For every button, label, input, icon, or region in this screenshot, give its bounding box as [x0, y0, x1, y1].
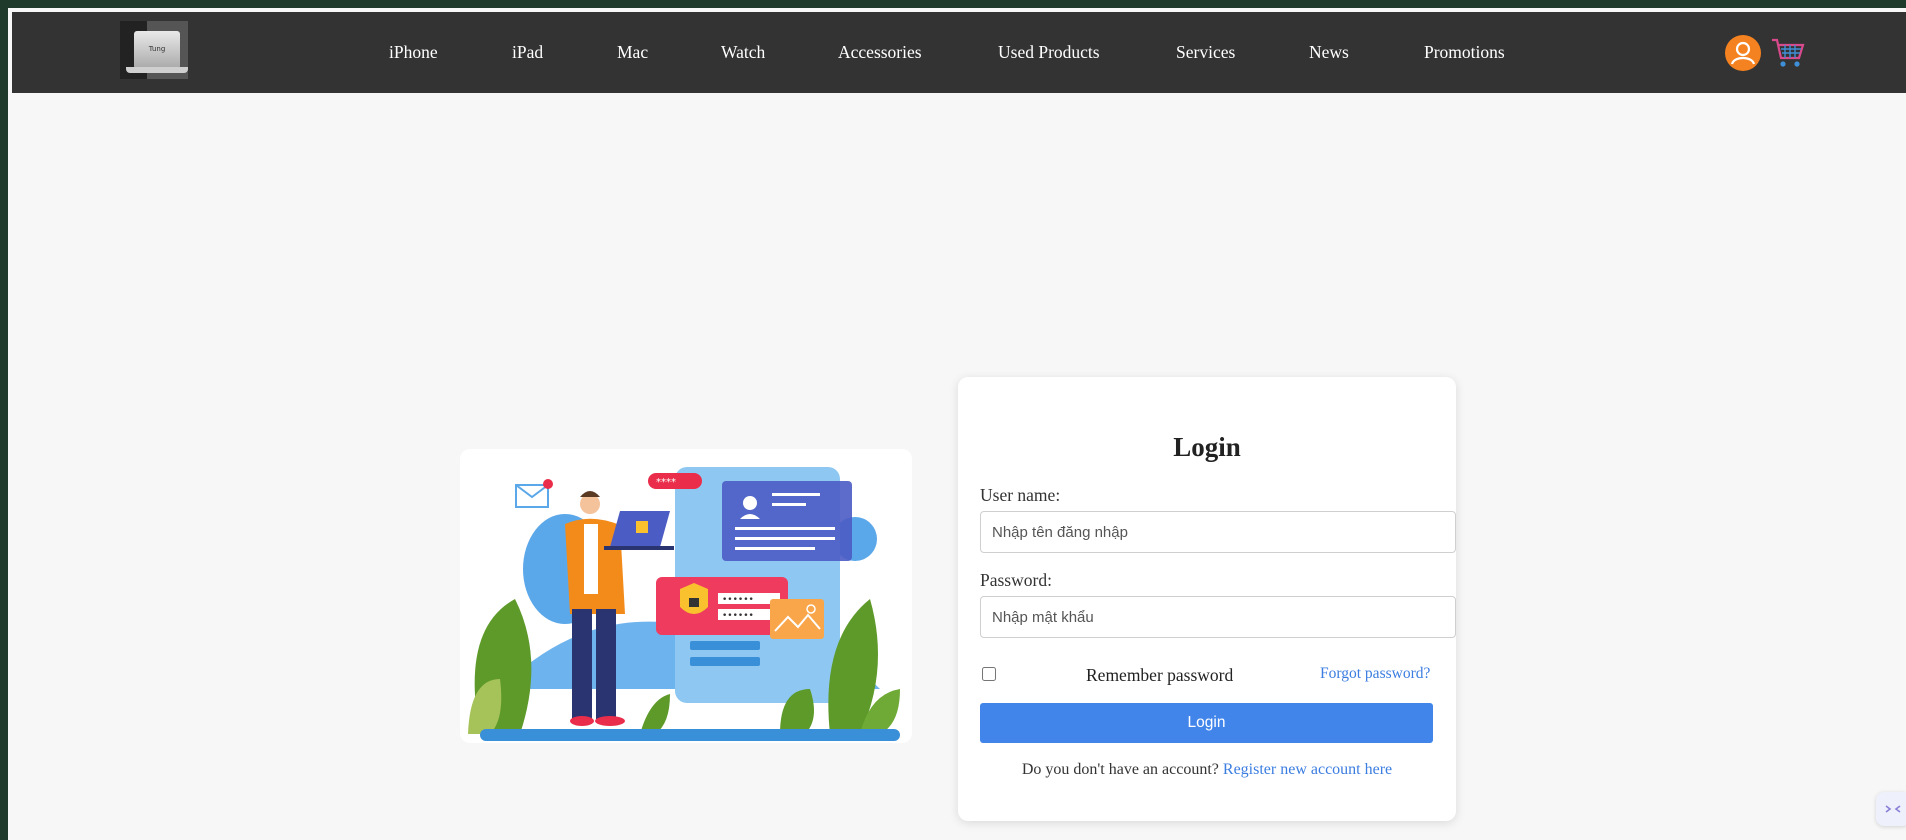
- password-dots-2: ••••••: [722, 611, 754, 621]
- login-button[interactable]: Login: [980, 703, 1433, 743]
- login-illustration: •••••• •••••• ****: [460, 449, 912, 743]
- username-input[interactable]: [980, 511, 1456, 553]
- nav-item-news[interactable]: News: [1309, 42, 1349, 63]
- nav-item-accessories[interactable]: Accessories: [838, 42, 922, 63]
- register-line: Do you don't have an account? Register n…: [958, 761, 1456, 779]
- laptop-icon: Tung: [134, 31, 180, 69]
- nav-item-iphone[interactable]: iPhone: [389, 42, 438, 63]
- brand-logo[interactable]: Tung: [120, 21, 188, 79]
- top-navbar: Tung iPhone iPad Mac Watch Accessories U…: [12, 12, 1906, 93]
- remember-password-label: Remember password: [1086, 665, 1234, 685]
- nav-item-watch[interactable]: Watch: [721, 42, 765, 63]
- laptop-base: [126, 67, 188, 73]
- nav-item-used-products[interactable]: Used Products: [998, 42, 1100, 63]
- remember-password-checkbox[interactable]: [982, 667, 996, 681]
- nav-item-services[interactable]: Services: [1176, 42, 1235, 63]
- login-title: Login: [1173, 432, 1241, 462]
- shopping-cart-icon[interactable]: [1770, 36, 1806, 70]
- forgot-password-link[interactable]: Forgot password?: [1320, 665, 1430, 683]
- page: Tung iPhone iPad Mac Watch Accessories U…: [8, 8, 1906, 840]
- password-input[interactable]: [980, 596, 1456, 638]
- register-prompt: Do you don't have an account?: [1021, 761, 1219, 778]
- password-label: Password:: [980, 570, 1052, 590]
- logo-text: Tung: [148, 45, 166, 53]
- nav-item-ipad[interactable]: iPad: [512, 42, 543, 63]
- nav-item-mac[interactable]: Mac: [617, 42, 648, 63]
- password-dots-1: ••••••: [722, 595, 754, 605]
- nav-item-promotions[interactable]: Promotions: [1424, 42, 1505, 63]
- login-card: Login User name: Password: Remember pass…: [958, 377, 1456, 821]
- username-label: User name:: [980, 485, 1061, 505]
- register-link[interactable]: Register new account here: [1223, 761, 1392, 778]
- user-circle-icon[interactable]: [1725, 35, 1761, 71]
- assistant-widget-icon[interactable]: [1876, 792, 1906, 826]
- speech-bubble-text: ****: [656, 477, 676, 488]
